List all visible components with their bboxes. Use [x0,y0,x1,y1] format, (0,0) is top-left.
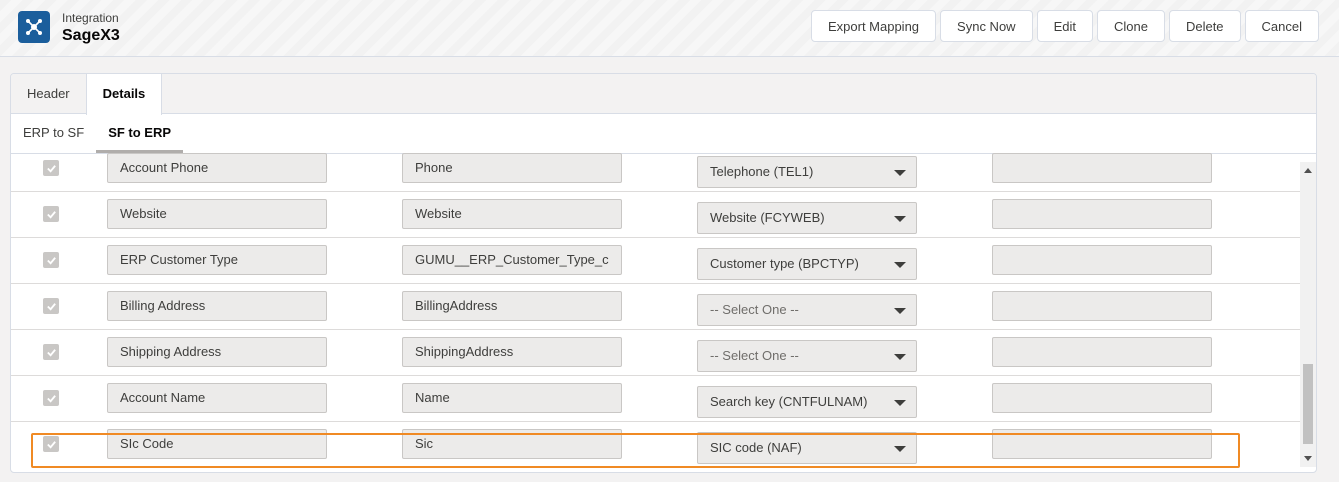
sync-checkbox[interactable] [43,206,59,222]
sf-api-field: ShippingAddress [402,337,622,367]
tab-details[interactable]: Details [85,74,163,115]
chevron-down-icon [894,308,906,314]
clone-button[interactable]: Clone [1096,10,1165,42]
sf-label-field: Account Name [107,383,327,413]
sync-checkbox[interactable] [43,390,59,406]
default-value-field[interactable] [992,429,1212,459]
table-row: Account Phone Phone Telephone (TEL1) [11,146,1301,192]
sf-api-field: Website [402,199,622,229]
scroll-down-arrow-icon[interactable] [1304,456,1312,461]
erp-field-value: -- Select One -- [710,302,799,317]
table-row: Website Website Website (FCYWEB) [11,192,1301,238]
sf-label-field: Website [107,199,327,229]
mapping-card: Header Details ERP to SF SF to ERP Accou… [10,73,1317,473]
checkmark-icon [46,164,56,173]
erp-field-select[interactable]: Customer type (BPCTYP) [697,248,917,280]
sf-api-field: BillingAddress [402,291,622,321]
erp-field-value: Search key (CNTFULNAM) [710,394,868,409]
scrollbar-thumb[interactable] [1303,364,1313,444]
erp-field-select[interactable]: SIC code (NAF) [697,432,917,464]
checkmark-icon [46,210,56,219]
sync-checkbox[interactable] [43,160,59,176]
default-value-field[interactable] [992,383,1212,413]
chevron-down-icon [894,170,906,176]
default-value-field[interactable] [992,337,1212,367]
export-mapping-button[interactable]: Export Mapping [810,10,937,42]
erp-field-value: SIC code (NAF) [710,440,802,455]
checkmark-icon [46,302,56,311]
sf-api-field: Sic [402,429,622,459]
cancel-button[interactable]: Cancel [1244,10,1319,42]
sf-label-field: Shipping Address [107,337,327,367]
table-row: Shipping Address ShippingAddress -- Sele… [11,330,1301,376]
chevron-down-icon [894,354,906,360]
edit-button[interactable]: Edit [1036,10,1093,42]
erp-field-select[interactable]: Website (FCYWEB) [697,202,917,234]
default-value-field[interactable] [992,153,1212,183]
sf-api-field: Phone [402,153,622,183]
sf-label-field: ERP Customer Type [107,245,327,275]
vertical-scrollbar[interactable] [1300,162,1316,467]
erp-field-select[interactable]: -- Select One -- [697,340,917,372]
table-row: Billing Address BillingAddress -- Select… [11,284,1301,330]
mapping-rows: Account Phone Phone Telephone (TEL1) Web… [11,153,1316,472]
erp-field-select[interactable]: Telephone (TEL1) [697,156,917,188]
sync-checkbox[interactable] [43,298,59,314]
page-header: Integration SageX3 Export Mapping Sync N… [0,0,1339,57]
erp-field-value: Website (FCYWEB) [710,210,825,225]
chevron-down-icon [894,262,906,268]
default-value-field[interactable] [992,291,1212,321]
main-tab-bar: Header Details [11,74,1316,115]
sync-now-button[interactable]: Sync Now [940,10,1033,42]
sync-checkbox[interactable] [43,252,59,268]
delete-button[interactable]: Delete [1168,10,1241,42]
erp-field-select[interactable]: -- Select One -- [697,294,917,326]
sf-label-field: Account Phone [107,153,327,183]
table-row: ERP Customer Type GUMU__ERP_Customer_Typ… [11,238,1301,284]
record-title: SageX3 [62,27,120,44]
sf-label-field: Billing Address [107,291,327,321]
sf-api-field: Name [402,383,622,413]
default-value-field[interactable] [992,245,1212,275]
default-value-field[interactable] [992,199,1212,229]
chevron-down-icon [894,446,906,452]
scroll-up-arrow-icon[interactable] [1304,168,1312,173]
checkmark-icon [46,256,56,265]
integration-network-icon [18,11,50,43]
chevron-down-icon [894,216,906,222]
checkmark-icon [46,440,56,449]
tab-header[interactable]: Header [11,74,86,114]
object-label: Integration [62,11,119,25]
erp-field-value: Telephone (TEL1) [710,164,814,179]
checkmark-icon [46,394,56,403]
erp-field-value: -- Select One -- [710,348,799,363]
sync-checkbox[interactable] [43,436,59,452]
header-button-group: Export Mapping Sync Now Edit Clone Delet… [810,10,1319,42]
table-row: SIc Code Sic SIC code (NAF) [11,422,1301,468]
table-row: Account Name Name Search key (CNTFULNAM) [11,376,1301,422]
sync-checkbox[interactable] [43,344,59,360]
erp-field-value: Customer type (BPCTYP) [710,256,859,271]
erp-field-select[interactable]: Search key (CNTFULNAM) [697,386,917,418]
chevron-down-icon [894,400,906,406]
checkmark-icon [46,348,56,357]
sf-api-field: GUMU__ERP_Customer_Type_c [402,245,622,275]
sf-label-field: SIc Code [107,429,327,459]
